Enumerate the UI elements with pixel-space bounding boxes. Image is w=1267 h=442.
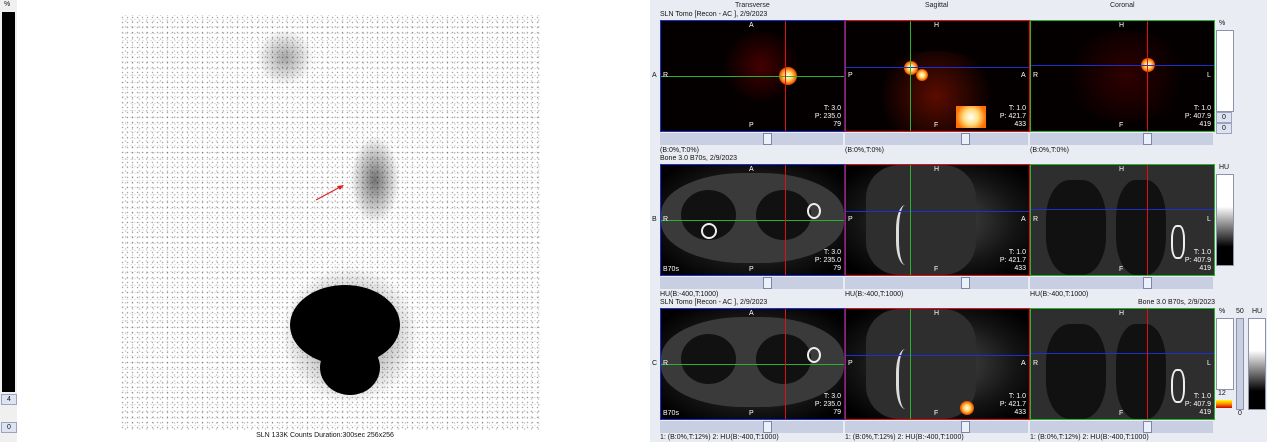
spect-sagittal-view[interactable]: H P A F T: 1.0 P: 421.7 433 (845, 20, 1030, 132)
fusion-sagittal-slice-scrollbar[interactable] (845, 421, 1028, 433)
fusion-sagittal-view[interactable]: H P A F T: 1.0 P: 421.7 433 (845, 308, 1030, 420)
planar-view-panel[interactable]: % 4 0 SLN 133K Counts Duration:300sec 25… (0, 0, 650, 442)
fusion-transverse-slice-scrollbar[interactable] (660, 421, 843, 433)
row-c-pct-slider[interactable] (1236, 318, 1244, 410)
spect-coronal-slice-scrollbar[interactable] (1030, 133, 1213, 145)
red-arrow-icon (315, 185, 344, 201)
row-c-label: C (652, 360, 658, 367)
fusion-coronal-slice-scrollbar[interactable] (1030, 421, 1213, 433)
planar-scintigraphy-image[interactable] (120, 15, 540, 430)
ct-transverse-window: HU(B:-400,T:1000) (660, 291, 719, 298)
row-c-pct-max: 50 (1236, 308, 1244, 315)
row-b-colorbar[interactable] (1216, 174, 1234, 266)
planar-colorbar-max[interactable]: 4 (1, 394, 17, 405)
spect-coronal-view[interactable]: H R L F T: 1.0 P: 407.9 419 (1030, 20, 1215, 132)
fusion-transverse-window: 1: (B:0%,T:12%) 2: HU(B:-400,T:1000) (660, 434, 779, 441)
row-a-title: SLN Tomo [Recon - AC ], 2/9/2023 (660, 11, 768, 18)
spect-sagittal-slice-scrollbar[interactable] (845, 133, 1028, 145)
row-a-label: A (652, 72, 657, 79)
ct-coronal-view[interactable]: H R L F T: 1.0 P: 407.9 419 (1030, 164, 1215, 276)
row-c-colorbar-hot (1216, 400, 1232, 408)
ct-coronal-slice-scrollbar[interactable] (1030, 277, 1213, 289)
fusion-sagittal-window: 1: (B:0%,T:12%) 2: HU(B:-400,T:1000) (845, 434, 964, 441)
ct-sagittal-view[interactable]: H P A F T: 1.0 P: 421.7 433 (845, 164, 1030, 276)
header-coronal: Coronal (1110, 2, 1135, 9)
spect-coronal-window: (B:0%,T:0%) (1030, 147, 1069, 154)
spect-transverse-view[interactable]: A R P T: 3.0 P: 235.0 79 (660, 20, 845, 132)
spect-transverse-slice-scrollbar[interactable] (660, 133, 843, 145)
ct-sagittal-slice-scrollbar[interactable] (845, 277, 1028, 289)
row-c-colorbar[interactable] (1216, 318, 1234, 390)
row-c-pct-value: 12 (1218, 390, 1226, 397)
row-b-title: Bone 3.0 B70s, 2/9/2023 (660, 155, 738, 162)
planar-colorbar[interactable]: % 4 0 (0, 0, 17, 442)
row-c-title: SLN Tomo [Recon - AC ], 2/9/2023 (660, 299, 768, 306)
row-c-hu-colorbar[interactable] (1248, 318, 1266, 410)
row-c-pct-min: 0 (1238, 410, 1242, 417)
ct-transverse-slice-scrollbar[interactable] (660, 277, 843, 289)
fusion-transverse-view[interactable]: A R P B70s T: 3.0 P: 235.0 79 (660, 308, 845, 420)
row-b-colorbar-unit: HU (1219, 164, 1230, 171)
row-c-title-right: Bone 3.0 B70s, 2/9/2023 (1138, 299, 1216, 306)
fusion-coronal-window: 1: (B:0%,T:12%) 2: HU(B:-400,T:1000) (1030, 434, 1149, 441)
row-a-colorbar-max[interactable]: 0 (1216, 112, 1232, 123)
header-transverse: Transverse (735, 2, 770, 9)
ct-transverse-view[interactable]: A R P B70s T: 3.0 P: 235.0 79 (660, 164, 845, 276)
sentinel-node-uptake (350, 135, 400, 225)
planar-colorbar-unit: % (4, 1, 11, 8)
row-c-colorbar-hu-unit: HU (1252, 308, 1263, 315)
fusion-coronal-view[interactable]: H R L F T: 1.0 P: 407.9 419 (1030, 308, 1215, 420)
spect-sagittal-window: (B:0%,T:0%) (845, 147, 884, 154)
row-a-colorbar-unit: % (1219, 20, 1226, 27)
planar-colorbar-gradient (2, 12, 15, 392)
planar-caption: SLN 133K Counts Duration:300sec 256x256 (256, 432, 394, 439)
spect-transverse-info: T: 3.0 P: 235.0 79 (814, 105, 841, 128)
ct-sagittal-window: HU(B:-400,T:1000) (845, 291, 904, 298)
row-a-colorbar[interactable] (1216, 30, 1234, 112)
row-c-colorbar-pct-unit: % (1219, 308, 1226, 315)
ct-coronal-window: HU(B:-400,T:1000) (1030, 291, 1089, 298)
row-b-label: B (652, 216, 657, 223)
row-a-colorbar-min[interactable]: 0 (1216, 123, 1232, 134)
spect-transverse-window: (B:0%,T:0%) (660, 147, 699, 154)
header-sagittal: Sagittal (925, 2, 949, 9)
upper-activity (255, 30, 315, 85)
